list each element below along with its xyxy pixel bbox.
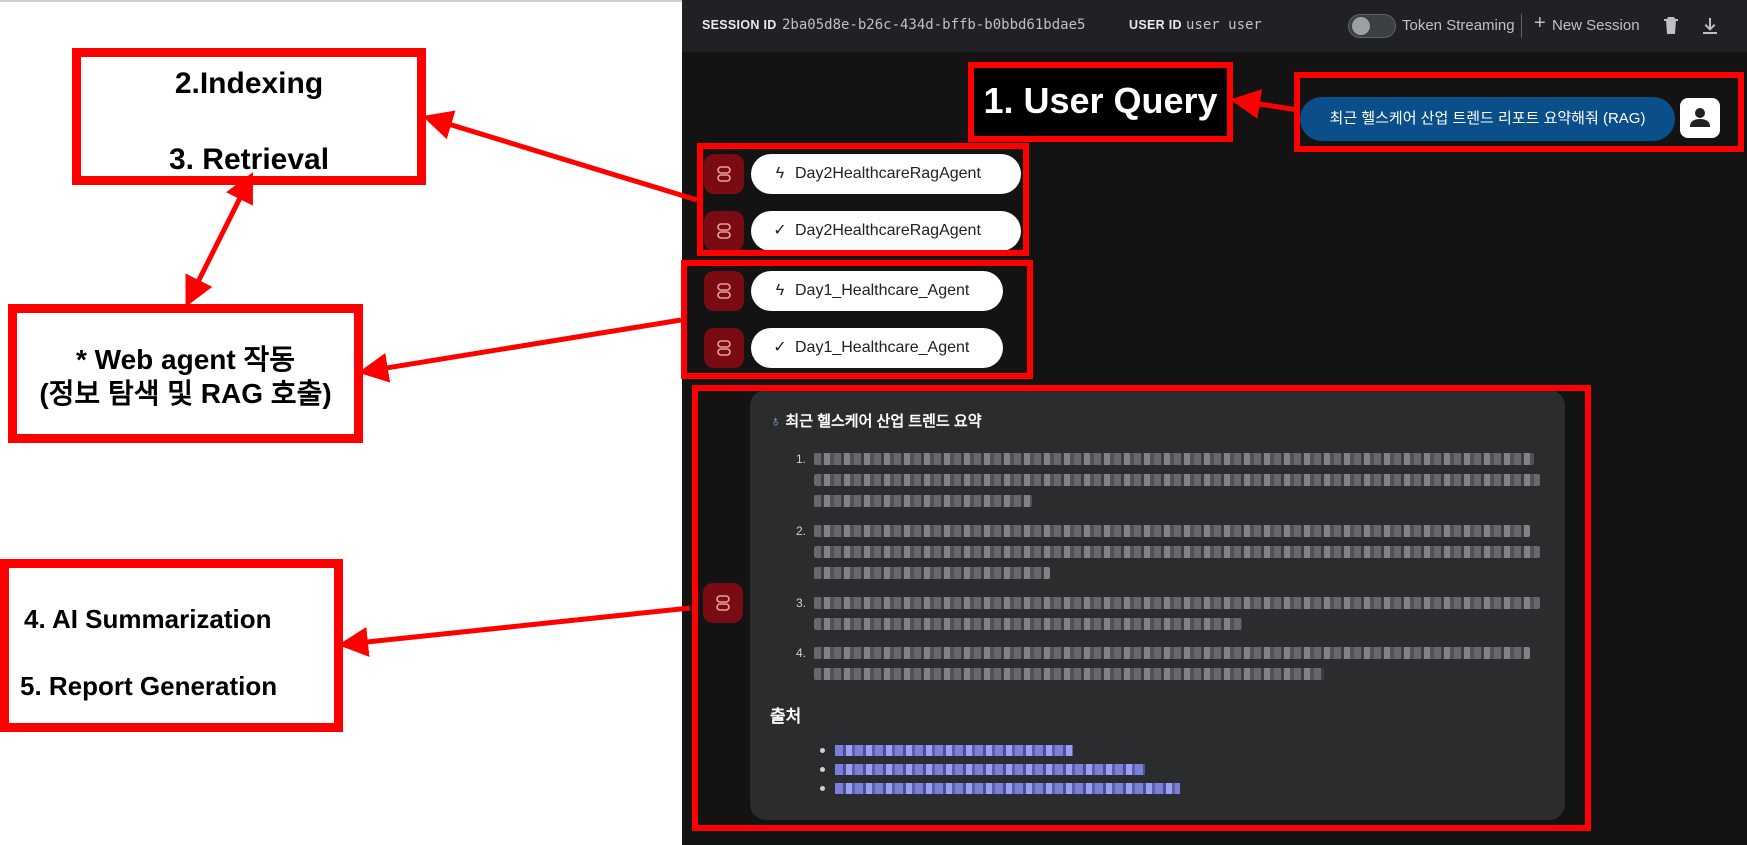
- arrow-to-user-query: [1230, 89, 1299, 119]
- arrow-to-summarization: [338, 605, 691, 657]
- arrow-indexing-web: [185, 172, 253, 307]
- annotation-arrows: [185, 89, 1299, 657]
- arrow-to-web-agent: [358, 317, 682, 383]
- arrow-to-indexing: [422, 110, 698, 203]
